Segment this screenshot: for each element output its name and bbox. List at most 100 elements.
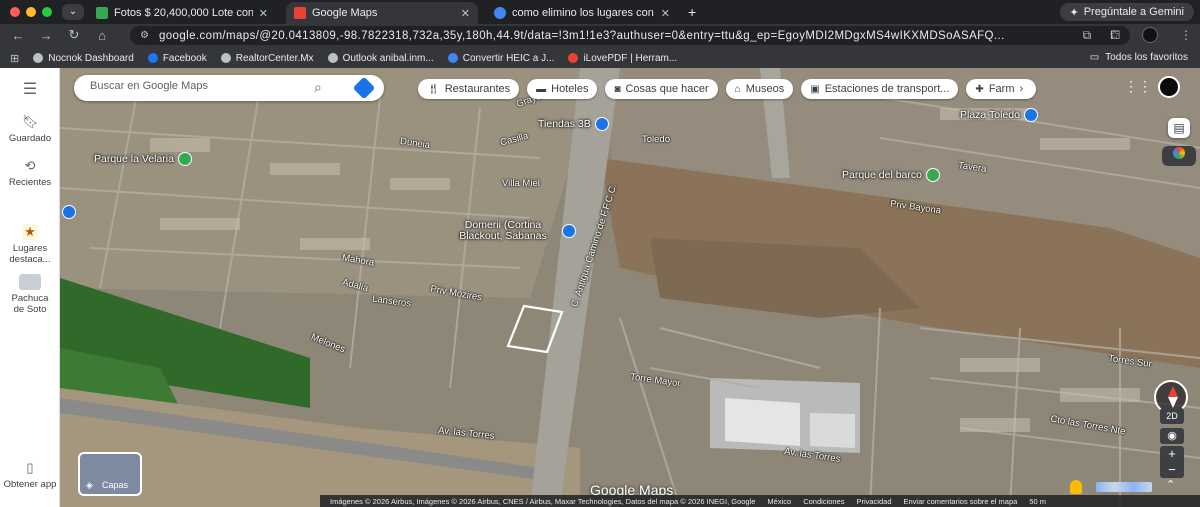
toolbar-right: ⧠ ⋮ [1110, 27, 1192, 43]
search-input[interactable] [90, 80, 290, 92]
cast-icon[interactable]: ⧉ [1083, 28, 1092, 43]
poi-tiendas-3b[interactable]: Tiendas 3B [538, 117, 609, 131]
sidebar-item-lugares[interactable]: ★ Lugares destaca... [0, 224, 60, 265]
satellite-map[interactable]: Graya Casilla Toledo Duneia Villa Miel M… [60, 68, 1200, 507]
phone-icon: ▯ [26, 460, 34, 475]
view-2d-toggle[interactable]: 2D [1160, 408, 1184, 424]
close-tab-icon[interactable]: ✕ [461, 7, 470, 20]
poi-domerii[interactable]: Domerii (Cortina Blackout, Sabanas [448, 220, 576, 242]
maps-sidebar: ☰ 🔖︎ Guardado ⟲ Recientes ★ Lugares dest… [0, 68, 60, 507]
street-label: Villa Miel [502, 178, 540, 189]
extensions-icon[interactable]: ⧠ [1110, 28, 1120, 43]
new-feature-badge[interactable] [1162, 146, 1196, 166]
sidebar-item-label: Lugares destaca... [9, 243, 51, 265]
my-location-button[interactable]: ◉ [1160, 428, 1184, 444]
tab-fotos[interactable]: Fotos $ 20,400,000 Lote con ✕ [88, 2, 276, 24]
bookmark-nocnok[interactable]: Nocnok Dashboard [33, 53, 134, 64]
scale-bar[interactable]: 50 m [1029, 497, 1046, 506]
chip-estaciones[interactable]: ▣ Estaciones de transport... [801, 79, 959, 99]
museum-icon: ⌂ [734, 83, 741, 95]
heart-icon [568, 53, 579, 63]
all-bookmarks[interactable]: ▭ Todos los favoritos [1090, 52, 1188, 63]
transit-icon: ▣ [810, 83, 820, 95]
feedback-link[interactable]: Enviar comentarios sobre el mapa [904, 497, 1018, 506]
poi-parque-del-barco[interactable]: Parque del barco [842, 168, 940, 182]
tab-title: Fotos $ 20,400,000 Lote con [114, 7, 253, 19]
gemini-button[interactable]: ✦ Pregúntale a Gemini [1059, 3, 1194, 21]
bookmark-label: RealtorCenter.Mx [235, 52, 314, 64]
chip-restaurantes[interactable]: 🍴︎ Restaurantes [418, 79, 520, 99]
tab-search-button[interactable]: ⌄ [62, 4, 84, 20]
place-thumbnail-icon [19, 274, 41, 290]
layers-button[interactable]: ◈ Capas [78, 452, 142, 496]
imagery-strip[interactable] [1096, 482, 1152, 492]
reload-icon[interactable]: ↻ [60, 27, 88, 43]
bookmark-outlook[interactable]: Outlook anibal.inm... [327, 53, 434, 64]
close-tab-icon[interactable]: ✕ [661, 7, 670, 20]
chip-label: Estaciones de transport... [824, 83, 950, 95]
imagery-credits: Imágenes © 2026 Airbus, Imágenes © 2026 … [330, 496, 756, 506]
sidebar-item-pachuca[interactable]: Pachuca de Soto [0, 274, 60, 315]
terms-link[interactable]: Condiciones [803, 497, 844, 506]
bookmark-facebook[interactable]: Facebook [147, 52, 207, 64]
zoom-in-button[interactable]: + [1160, 446, 1184, 462]
apps-grid-icon[interactable]: ⊞ [10, 52, 19, 65]
shopping-pin-icon[interactable] [62, 205, 76, 219]
shopping-pin-icon [594, 117, 609, 131]
chip-label: Cosas que hacer [625, 83, 709, 95]
saved-places-button[interactable]: ▤ [1168, 118, 1190, 138]
expand-up-icon[interactable]: ⌃ [1166, 478, 1175, 491]
maximize-window-dot[interactable] [42, 7, 52, 17]
hamburger-menu-icon[interactable]: ☰ [22, 82, 38, 98]
chevron-right-icon[interactable]: › [1019, 83, 1023, 95]
bookmark-ilovepdf[interactable]: iLovePDF | Herram... [568, 53, 677, 64]
menu-icon[interactable]: ⋮ [1180, 28, 1192, 42]
poi-parque-la-velaria[interactable]: Parque la Velaria [94, 152, 192, 166]
account-avatar[interactable] [1158, 76, 1180, 98]
street-view-pegman-icon[interactable] [1070, 480, 1082, 494]
chip-cosas-que-hacer[interactable]: ◙ Cosas que hacer [605, 79, 718, 99]
tab-google-maps[interactable]: Google Maps ✕ [286, 2, 478, 24]
search-icon[interactable]: ⌕ [314, 79, 322, 96]
close-tab-icon[interactable]: ✕ [259, 7, 268, 20]
country-link[interactable]: México [767, 497, 791, 506]
google-apps-icon[interactable]: ⋮⋮ [1124, 78, 1152, 95]
bookmark-realtorcenter[interactable]: RealtorCenter.Mx [220, 52, 314, 64]
sidebar-item-label: Obtener app [3, 479, 57, 490]
url-text[interactable]: google.com/maps/@20.0413809,-98.7822318,… [159, 30, 1019, 42]
park-pin-icon [177, 152, 192, 166]
bookmark-label: Facebook [162, 52, 207, 64]
zoom-out-button[interactable]: − [1160, 462, 1184, 478]
directions-icon[interactable] [352, 76, 376, 100]
new-tab-button[interactable]: + [688, 4, 696, 20]
site-info-icon[interactable]: ⚙ [140, 30, 149, 41]
globe-icon [1173, 147, 1185, 159]
minimize-window-dot[interactable] [26, 7, 36, 17]
sidebar-item-guardado[interactable]: 🔖︎ Guardado [0, 114, 60, 144]
chip-hoteles[interactable]: ▬ Hoteles [527, 79, 598, 99]
tab-como-elimino[interactable]: como elimino los lugares con ✕ [486, 2, 678, 24]
home-icon[interactable]: ⌂ [88, 28, 116, 43]
sidebar-item-recientes[interactable]: ⟲ Recientes [0, 158, 60, 188]
poi-plaza-toledo[interactable]: Plaza Toledo [960, 108, 1038, 122]
back-icon[interactable]: ← [4, 28, 32, 43]
sidebar-item-obtener-app[interactable]: ▯ Obtener app [0, 460, 60, 490]
privacy-link[interactable]: Privacidad [856, 497, 891, 506]
shopping-pin-icon [562, 224, 576, 238]
convert-icon [447, 53, 458, 63]
close-window-dot[interactable] [10, 7, 20, 17]
satellite-imagery[interactable] [60, 68, 1200, 507]
folder-icon: ▭ [1089, 52, 1100, 63]
chip-farmacias[interactable]: ✚ Farm › [966, 79, 1037, 99]
globe-icon [220, 53, 231, 63]
star-icon: ★ [22, 224, 38, 240]
browser-chrome: ⌄ Fotos $ 20,400,000 Lote con ✕ Google M… [0, 0, 1200, 68]
address-bar[interactable]: ⚙ google.com/maps/@20.0413809,-98.782231… [130, 26, 1130, 45]
chip-museos[interactable]: ⌂ Museos [725, 79, 794, 99]
forward-icon[interactable]: → [32, 28, 60, 43]
sidebar-menu[interactable]: ☰ [0, 82, 60, 101]
compass-needle-icon [1168, 386, 1178, 397]
profile-avatar[interactable] [1142, 27, 1158, 43]
bookmark-heic[interactable]: Convertir HEIC a J... [447, 53, 554, 64]
tab-strip: ⌄ Fotos $ 20,400,000 Lote con ✕ Google M… [0, 0, 1200, 24]
